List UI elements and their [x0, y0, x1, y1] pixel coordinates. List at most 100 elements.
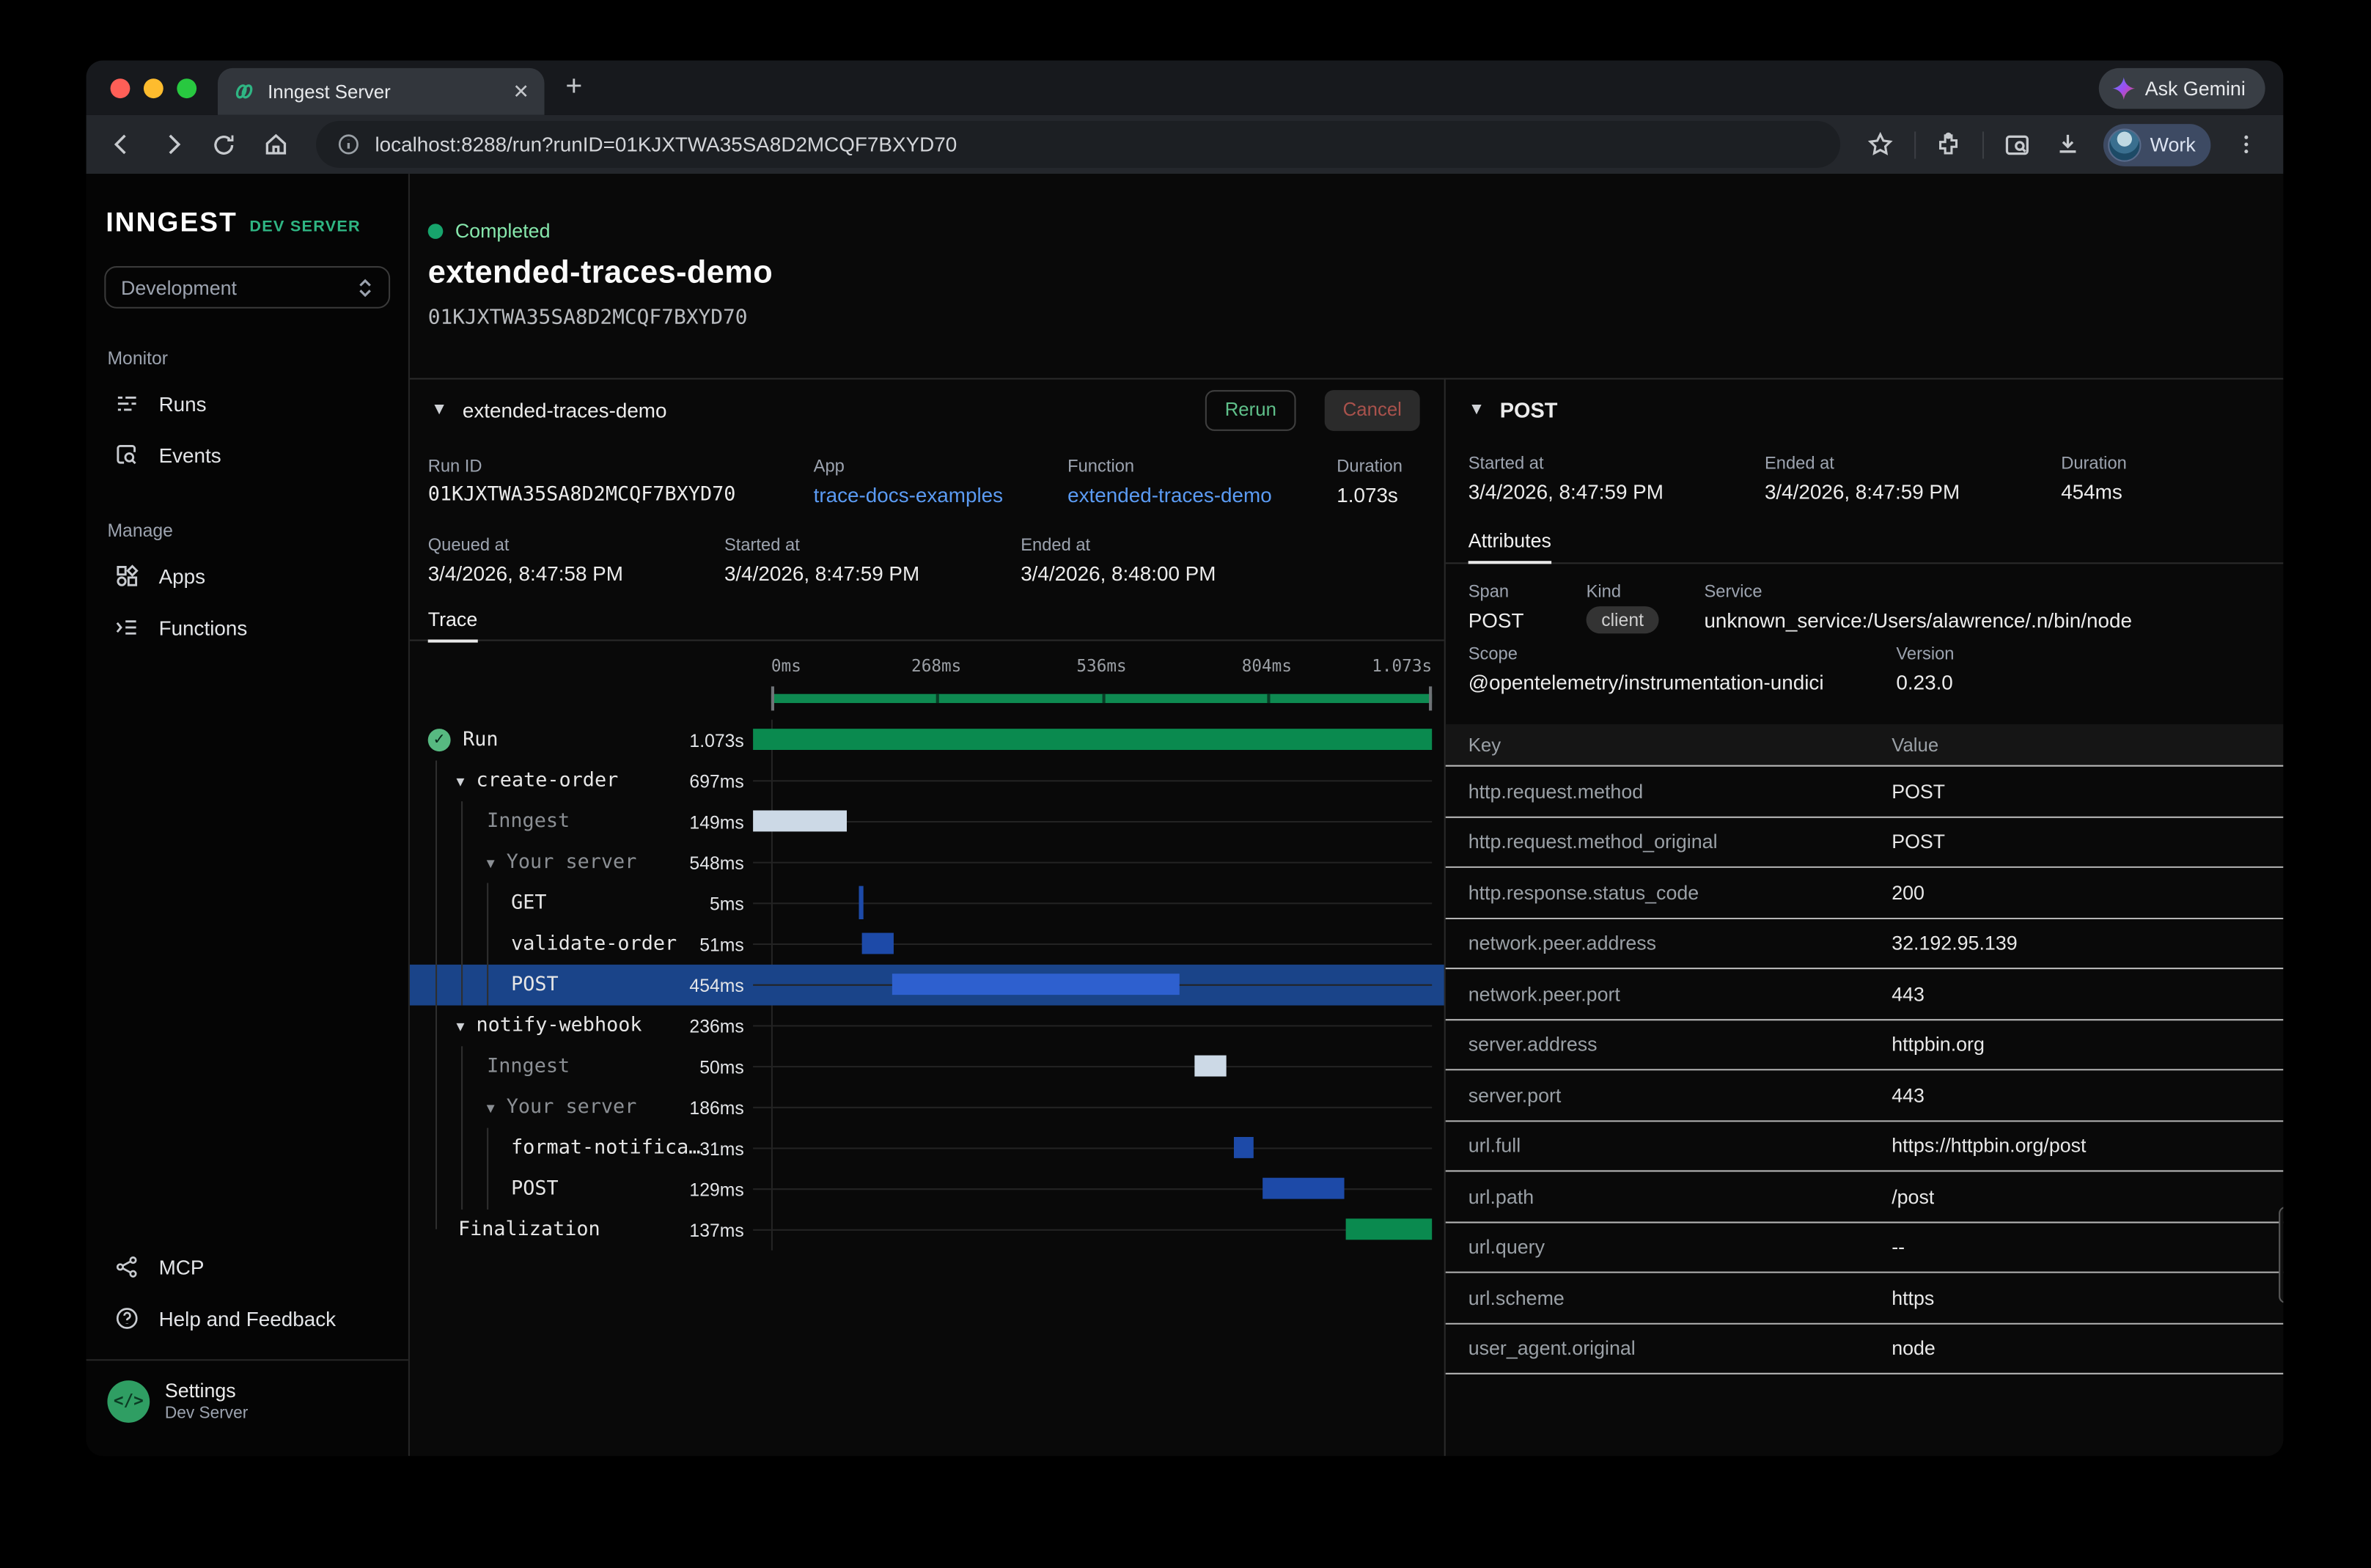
trace-span-row[interactable]: Finalization137ms	[410, 1210, 1444, 1251]
trace-span-row[interactable]: ▼create-order697ms	[410, 760, 1444, 801]
trace-span-row[interactable]: Inngest50ms	[410, 1046, 1444, 1087]
span-duration: 137ms	[689, 1219, 743, 1240]
url-bar[interactable]: localhost:8288/run?runID=01KJXTWA35SA8D2…	[316, 121, 1840, 168]
collapse-chevron-icon[interactable]: ▼	[1468, 401, 1485, 419]
events-icon	[114, 443, 141, 467]
browser-tab[interactable]: Inngest Server ✕	[218, 68, 545, 115]
trace-span-row[interactable]: POST129ms	[410, 1168, 1444, 1210]
trace-span-row[interactable]: ▼Your server186ms	[410, 1087, 1444, 1128]
function-link[interactable]: extended-traces-demo	[1067, 484, 1337, 507]
sidebar-item-label: Help and Feedback	[159, 1307, 336, 1330]
span-bar[interactable]	[753, 729, 1432, 750]
span-duration: 129ms	[689, 1179, 743, 1200]
browser-menu-icon[interactable]	[2223, 122, 2268, 167]
sidebar-item-mcp[interactable]: MCP	[104, 1241, 390, 1292]
attribute-key: user_agent.original	[1468, 1337, 1892, 1360]
maximize-window-button[interactable]	[177, 78, 196, 97]
span-bar[interactable]	[753, 811, 848, 832]
cancel-button[interactable]: Cancel	[1325, 389, 1420, 430]
main-area: Completed extended-traces-demo 01KJXTWA3…	[410, 174, 2283, 1456]
meta-value-run-id: 01KJXTWA35SA8D2MCQF7BXYD70	[428, 484, 814, 507]
span-bar[interactable]	[1195, 1056, 1227, 1077]
sidebar-item-help-feedback[interactable]: Help and Feedback	[104, 1292, 390, 1344]
span-bar[interactable]	[1233, 1137, 1253, 1158]
span-bar[interactable]	[1345, 1218, 1432, 1240]
collapse-chevron-icon[interactable]: ▼	[431, 401, 447, 419]
expand-chevron-icon[interactable]: ▼	[454, 1018, 467, 1034]
meta-label: Ended at	[1765, 455, 2061, 474]
back-button[interactable]	[98, 122, 144, 167]
ask-gemini-button[interactable]: Ask Gemini	[2098, 68, 2265, 109]
forward-button[interactable]	[150, 122, 195, 167]
vertical-scrollbar[interactable]	[2279, 1207, 2283, 1303]
tab-attributes[interactable]: Attributes	[1468, 529, 1551, 564]
sidebar-item-events[interactable]: Events	[104, 430, 390, 481]
tab-search-icon[interactable]	[1994, 122, 2040, 167]
attribute-value: POST	[1892, 780, 1945, 803]
sidebar-item-settings[interactable]: </> Settings Dev Server	[104, 1361, 390, 1443]
span-bar[interactable]	[893, 973, 1180, 995]
inngest-favicon	[233, 80, 256, 103]
span-duration: 548ms	[689, 852, 743, 873]
extensions-icon[interactable]	[1926, 122, 1971, 167]
app-content: INNGEST DEV SERVER Development Monitor R…	[87, 174, 2284, 1456]
meta-label: Duration	[1337, 458, 1444, 476]
trace-span-row[interactable]: POST454ms	[410, 965, 1444, 1006]
trace-span-row[interactable]: validate-order51ms	[410, 924, 1444, 965]
attribute-row: http.request.methodPOST	[1446, 767, 2284, 817]
expand-chevron-icon[interactable]: ▼	[454, 773, 467, 789]
trace-span-row[interactable]: ▼notify-webhook236ms	[410, 1006, 1444, 1047]
rerun-button[interactable]: Rerun	[1205, 389, 1296, 430]
expand-chevron-icon[interactable]: ▼	[484, 855, 497, 870]
sidebar-item-functions[interactable]: Functions	[104, 602, 390, 653]
close-window-button[interactable]	[111, 78, 131, 97]
profile-button[interactable]: Work	[2103, 123, 2211, 166]
span-name: GET	[511, 892, 710, 915]
download-icon[interactable]	[2045, 122, 2091, 167]
trace-span-row[interactable]: ▼Your server548ms	[410, 842, 1444, 883]
attribute-value: 32.192.95.139	[1892, 932, 2017, 954]
sidebar: INNGEST DEV SERVER Development Monitor R…	[87, 174, 410, 1456]
span-lane	[753, 801, 1432, 842]
trace-span-row[interactable]: GET5ms	[410, 883, 1444, 924]
span-name: validate-order	[511, 933, 699, 956]
run-times-row: Queued at3/4/2026, 8:47:58 PM Started at…	[410, 531, 1444, 606]
reload-button[interactable]	[201, 122, 246, 167]
environment-select[interactable]: Development	[104, 266, 390, 309]
meta-label: Service	[1704, 584, 2283, 602]
span-name: Inngest	[487, 811, 689, 833]
meta-label: Started at	[1468, 455, 1765, 474]
span-bar[interactable]	[1263, 1178, 1345, 1199]
trace-span-row[interactable]: ✓Run1.073s	[410, 720, 1444, 761]
app-link[interactable]: trace-docs-examples	[814, 484, 1068, 507]
span-bar[interactable]	[862, 933, 894, 954]
expand-chevron-icon[interactable]: ▼	[484, 1100, 497, 1115]
attribute-row: network.peer.address32.192.95.139	[1446, 919, 2284, 969]
minimize-window-button[interactable]	[144, 78, 163, 97]
tab-trace[interactable]: Trace	[428, 608, 478, 642]
attribute-value: httpbin.org	[1892, 1033, 1985, 1056]
new-tab-button[interactable]: +	[565, 71, 582, 104]
check-circle-icon: ✓	[428, 729, 451, 751]
home-button[interactable]	[252, 122, 298, 167]
close-tab-icon[interactable]: ✕	[512, 81, 529, 101]
meta-label: Run ID	[428, 458, 814, 476]
span-lane	[753, 720, 1432, 761]
trace-span-row[interactable]: format-notifica…31ms	[410, 1128, 1444, 1169]
span-duration: 51ms	[699, 934, 744, 955]
trace-span-row[interactable]: Inngest149ms	[410, 801, 1444, 842]
attribute-row: url.schemehttps	[1446, 1273, 2284, 1324]
trace-minimap[interactable]	[410, 686, 1444, 713]
bookmark-star-icon[interactable]	[1859, 122, 1904, 167]
span-duration: 1.073s	[689, 729, 743, 751]
window-controls[interactable]	[87, 78, 218, 97]
attribute-value: node	[1892, 1337, 1936, 1360]
sidebar-item-apps[interactable]: Apps	[104, 551, 390, 602]
span-name: Inngest	[487, 1056, 699, 1078]
site-info-icon[interactable]	[337, 133, 360, 156]
attribute-key: http.request.method	[1468, 780, 1892, 803]
sidebar-item-runs[interactable]: Runs	[104, 378, 390, 430]
attribute-value: https://httpbin.org/post	[1892, 1134, 2086, 1157]
attribute-row: http.response.status_code200	[1446, 868, 2284, 919]
span-bar[interactable]	[859, 886, 863, 919]
